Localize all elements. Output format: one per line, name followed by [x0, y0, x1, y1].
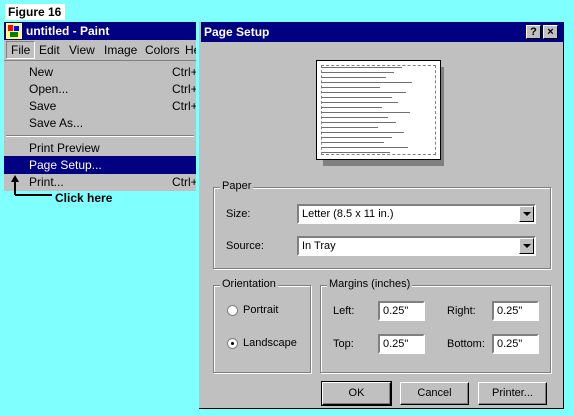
size-label: Size: [226, 208, 251, 220]
size-dropdown-button[interactable] [519, 206, 534, 222]
portrait-radio[interactable] [227, 305, 238, 316]
preview-text-line [322, 117, 388, 118]
orientation-group-label: Orientation [220, 278, 278, 290]
menu-item-label: Save As... [29, 116, 84, 130]
menu-help[interactable]: He [185, 43, 196, 57]
size-select[interactable]: Letter (8.5 x 11 in.) [297, 204, 536, 224]
menu-item-new[interactable]: New Ctrl+N [4, 63, 196, 81]
landscape-radio[interactable] [227, 338, 238, 349]
size-value: Letter (8.5 x 11 in.) [302, 208, 394, 220]
paper-group: Paper [213, 180, 551, 269]
paint-titlebar: untitled - Paint [4, 22, 196, 40]
menu-view[interactable]: View [69, 43, 95, 57]
bottom-margin-value: 0.25" [497, 338, 523, 350]
menu-item-open[interactable]: Open... Ctrl+O [4, 80, 196, 98]
source-dropdown-button[interactable] [519, 238, 534, 254]
menu-item-label: Save [29, 99, 57, 113]
right-margin-input[interactable]: 0.25" [492, 301, 539, 321]
menu-item-page-setup[interactable]: Page Setup... [4, 156, 196, 174]
printer-button[interactable]: Printer... [478, 382, 547, 405]
menu-colors[interactable]: Colors [145, 43, 180, 57]
chevron-down-icon [523, 244, 531, 248]
menu-item-accel: Ctrl+N [172, 65, 196, 79]
menu-item-accel: Ctrl+O [172, 82, 196, 96]
left-margin-value: 0.25" [383, 305, 409, 317]
left-margin-input[interactable]: 0.25" [378, 301, 425, 321]
bottom-margin-input[interactable]: 0.25" [492, 334, 539, 354]
menu-item-label: Print Preview [29, 141, 100, 155]
preview-text-line [322, 92, 406, 93]
landscape-label: Landscape [243, 337, 297, 349]
ok-button[interactable]: OK [321, 381, 392, 406]
menu-item-accel: Ctrl+S [172, 99, 196, 113]
preview-text-line [322, 67, 402, 68]
menu-item-label: Open... [29, 82, 69, 96]
orientation-group: Orientation [213, 278, 311, 373]
preview-text-line [322, 127, 378, 128]
source-value: In Tray [302, 240, 336, 252]
preview-text-line [322, 137, 392, 138]
menu-file[interactable]: File [6, 41, 36, 59]
menu-item-label: Page Setup... [29, 158, 102, 172]
menu-separator [6, 135, 194, 137]
preview-text-line [322, 77, 386, 78]
dialog-title: Page Setup [204, 25, 270, 39]
preview-text-line [322, 147, 408, 148]
paint-app-icon [6, 23, 22, 39]
chevron-down-icon [523, 212, 531, 216]
source-label: Source: [226, 240, 264, 252]
dialog-titlebar: Page Setup ? × [201, 22, 563, 42]
paper-group-label: Paper [220, 180, 254, 192]
margins-group-label: Margins (inches) [327, 278, 413, 290]
preview-text-line [322, 82, 412, 83]
menu-image[interactable]: Image [104, 43, 137, 57]
preview-text-line [322, 112, 410, 113]
preview-text-line [322, 122, 396, 123]
bottom-margin-label: Bottom: [447, 338, 485, 350]
preview-text-line [322, 152, 390, 153]
top-margin-input[interactable]: 0.25" [378, 334, 425, 354]
preview-text-line [322, 87, 380, 88]
close-button[interactable]: × [543, 25, 558, 39]
figure-label: Figure 16 [5, 4, 65, 20]
menu-item-label: New [29, 65, 54, 79]
cancel-button[interactable]: Cancel [400, 382, 469, 405]
margins-group: Margins (inches) [320, 278, 551, 373]
preview-text-line [322, 72, 394, 73]
right-margin-value: 0.25" [497, 305, 523, 317]
menu-edit[interactable]: Edit [39, 43, 60, 57]
click-here-annotation: Click here [55, 191, 113, 205]
menu-item-save[interactable]: Save Ctrl+S [4, 97, 196, 115]
menu-item-print-preview[interactable]: Print Preview [4, 139, 196, 157]
preview-text-line [322, 97, 392, 98]
paint-title: untitled - Paint [26, 24, 110, 38]
preview-text-line [322, 132, 404, 133]
preview-text-line [322, 107, 382, 108]
help-button[interactable]: ? [526, 25, 541, 39]
right-margin-label: Right: [447, 305, 476, 317]
top-margin-value: 0.25" [383, 338, 409, 350]
page-preview [316, 60, 441, 160]
file-menu-dropdown: New Ctrl+N Open... Ctrl+O Save Ctrl+S Sa… [4, 61, 196, 191]
radio-selected-dot [231, 342, 234, 345]
menu-item-save-as[interactable]: Save As... [4, 114, 196, 132]
paint-menubar: File Edit View Image Colors He [4, 40, 196, 61]
portrait-label: Portrait [243, 304, 279, 316]
top-margin-label: Top: [333, 338, 354, 350]
source-select[interactable]: In Tray [297, 236, 536, 256]
menu-item-accel: Ctrl+P [172, 175, 196, 189]
left-margin-label: Left: [333, 305, 355, 317]
preview-text-line [322, 142, 384, 143]
preview-text-line [322, 102, 398, 103]
annotation-arrow-icon [11, 175, 52, 196]
